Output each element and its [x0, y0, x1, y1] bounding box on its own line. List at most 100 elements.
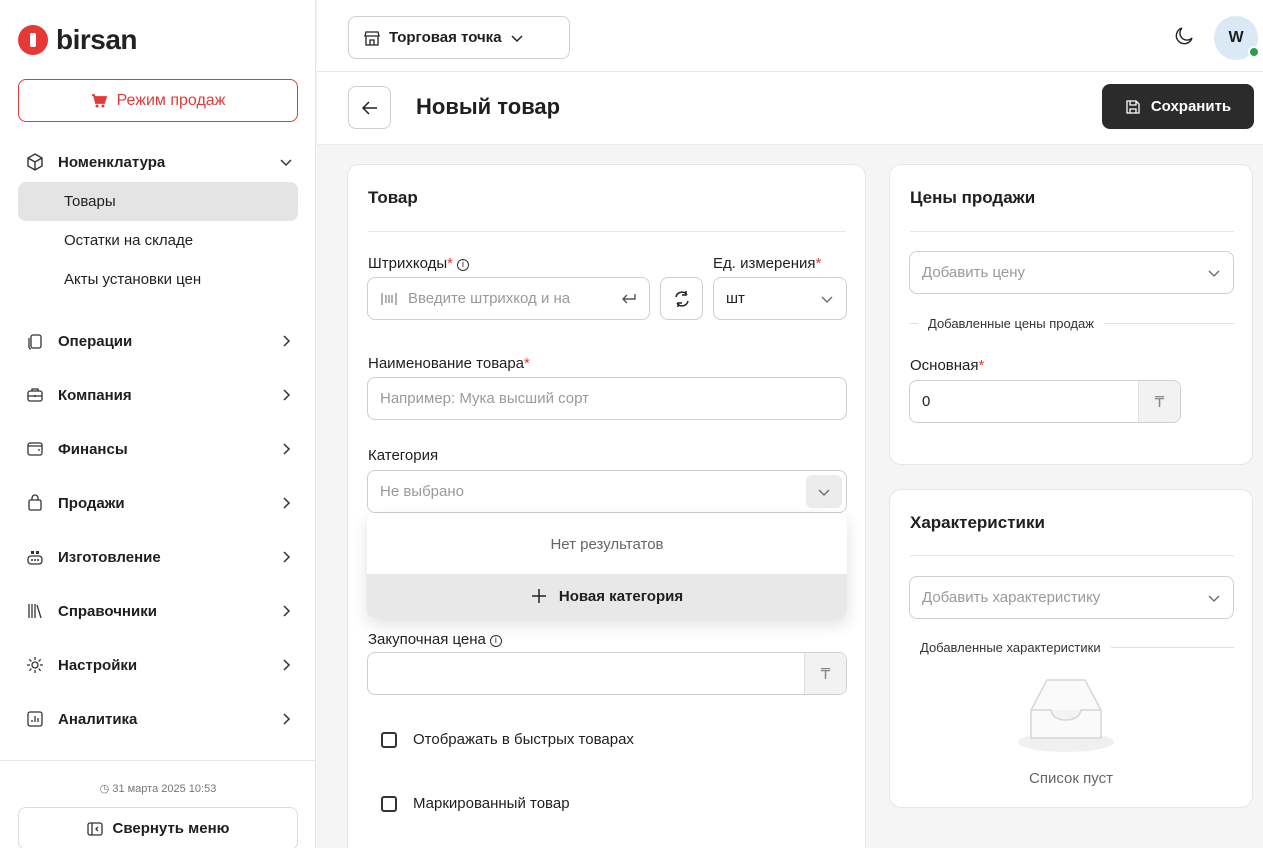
added-prices-divider: Добавленные цены продаж: [910, 316, 1234, 331]
barcode-scan-icon: [381, 292, 397, 305]
chevron-right-icon: [278, 657, 294, 673]
books-icon: [24, 600, 46, 622]
chevron-down-icon: [278, 154, 294, 170]
wallet-icon: [24, 438, 46, 460]
barcode-input[interactable]: Введите штрихкод и на: [367, 277, 650, 320]
plus-icon: [531, 589, 546, 603]
category-label: Категория: [368, 447, 439, 464]
logo[interactable]: birsan: [18, 24, 138, 56]
required-mark: *: [978, 357, 985, 374]
nav-label: Аналитика: [58, 710, 138, 728]
nav-label: Операции: [58, 332, 133, 350]
collapse-menu-button[interactable]: Свернуть меню: [18, 807, 298, 848]
product-name-label-text: Наименование товара: [368, 355, 525, 372]
product-card-title: Товар: [368, 188, 418, 207]
save-button[interactable]: Сохранить: [1102, 84, 1254, 129]
nav-item-operations[interactable]: Операции: [18, 314, 298, 368]
nav-item-production[interactable]: Изготовление: [18, 530, 298, 584]
nav-item-nomenclature[interactable]: Номенклатура: [18, 142, 298, 182]
chevron-down-icon: [1208, 270, 1220, 277]
quick-products-checkbox[interactable]: [381, 731, 397, 748]
barcodes-label: Штрихкоды* i: [368, 255, 469, 272]
logo-text: birsan: [56, 24, 138, 55]
nav-item-sales[interactable]: Продажи: [18, 476, 298, 530]
add-price-placeholder: Добавить цену: [922, 264, 1026, 281]
marked-product-checkbox-row[interactable]: Маркированный товар: [381, 795, 570, 812]
sales-mode-button[interactable]: Режим продаж: [18, 79, 298, 122]
purchase-price-input[interactable]: ₸: [367, 652, 847, 695]
nav-item-references[interactable]: Справочники: [18, 584, 298, 638]
moon-icon: [1175, 27, 1193, 45]
category-dropdown: Нет результатов Новая категория: [367, 514, 847, 618]
topbar: Торговая точка W: [317, 0, 1263, 72]
store-select[interactable]: Торговая точка: [348, 16, 570, 59]
product-name-input[interactable]: Например: Мука высший сорт: [367, 377, 847, 420]
nav-item-company[interactable]: Компания: [18, 368, 298, 422]
cart-icon: [91, 93, 107, 107]
enter-icon[interactable]: [621, 292, 637, 306]
production-icon: [24, 546, 46, 568]
nav-item-analytics[interactable]: Аналитика: [18, 692, 298, 746]
chevron-down-icon: [1208, 595, 1220, 602]
operations-icon: [24, 330, 46, 352]
added-prices-label: Добавленные цены продаж: [928, 316, 1094, 331]
save-label: Сохранить: [1150, 98, 1232, 115]
box-icon: [24, 151, 46, 173]
chevron-right-icon: [278, 441, 294, 457]
purchase-price-label: Закупочная цена i: [368, 631, 502, 648]
back-button[interactable]: [348, 86, 391, 129]
avatar-initial: W: [1228, 29, 1244, 46]
nav-item-settings[interactable]: Настройки: [18, 638, 298, 692]
collapse-icon: [86, 821, 103, 836]
avatar[interactable]: W: [1214, 16, 1260, 60]
arrow-left-icon: [361, 100, 377, 115]
specs-card-title: Характеристики: [910, 513, 1045, 532]
chevron-right-icon: [278, 387, 294, 403]
chevron-right-icon: [278, 495, 294, 511]
add-price-select[interactable]: Добавить цену: [909, 251, 1234, 294]
theme-toggle-button[interactable]: [1172, 24, 1196, 48]
quick-products-checkbox-row[interactable]: Отображать в быстрых товарах: [381, 731, 634, 748]
empty-list-text: Список пуст: [1029, 770, 1113, 787]
product-name-label: Наименование товара*: [368, 355, 530, 372]
sub-item-products[interactable]: Товары: [18, 182, 298, 221]
marked-product-checkbox[interactable]: [381, 795, 397, 812]
purchase-price-label-text: Закупочная цена: [368, 631, 486, 648]
main-price-input[interactable]: 0 ₸: [909, 380, 1181, 423]
required-mark: *: [447, 255, 453, 272]
bag-icon: [24, 492, 46, 514]
unit-value: шт: [726, 290, 745, 307]
required-mark: *: [815, 255, 822, 272]
chart-icon: [24, 708, 46, 730]
sub-item-stock[interactable]: Остатки на складе: [18, 221, 298, 260]
unit-select[interactable]: шт: [713, 277, 847, 320]
marked-product-label: Маркированный товар: [413, 795, 570, 812]
add-characteristic-select[interactable]: Добавить характеристику: [909, 576, 1234, 619]
nav-item-finance[interactable]: Финансы: [18, 422, 298, 476]
specs-card-divider: [910, 555, 1234, 556]
currency-suffix: ₸: [804, 653, 846, 694]
page-title: Новый товар: [416, 94, 561, 119]
sales-mode-label: Режим продаж: [116, 91, 226, 109]
sidebar: birsan Режим продаж Номенклатура Товары …: [0, 0, 316, 848]
sub-item-price-acts[interactable]: Акты установки цен: [18, 260, 298, 299]
gear-icon: [24, 654, 46, 676]
generate-barcode-button[interactable]: [660, 277, 703, 320]
category-select[interactable]: Не выбрано: [367, 470, 847, 513]
product-card-divider: [368, 231, 846, 232]
info-icon[interactable]: i: [456, 258, 469, 271]
logo-mark-icon: [18, 25, 48, 55]
datetime: ◷ 31 марта 2025 10:53: [0, 782, 316, 795]
barcodes-label-text: Штрихкоды: [368, 255, 448, 272]
nav-menu: Номенклатура Товары Остатки на складе Ак…: [18, 142, 298, 746]
added-characteristics-label: Добавленные характеристики: [920, 640, 1101, 655]
online-status-icon: [1248, 46, 1260, 58]
category-chevron-button[interactable]: [806, 475, 842, 508]
main-price-label-text: Основная: [910, 357, 979, 374]
info-icon[interactable]: i: [489, 634, 502, 647]
new-category-option[interactable]: Новая категория: [367, 574, 847, 618]
datetime-text: 31 марта 2025 10:53: [112, 783, 217, 795]
nomenclature-submenu: Товары Остатки на складе Акты установки …: [18, 182, 298, 299]
chevron-right-icon: [278, 333, 294, 349]
nav-label: Настройки: [58, 656, 138, 674]
